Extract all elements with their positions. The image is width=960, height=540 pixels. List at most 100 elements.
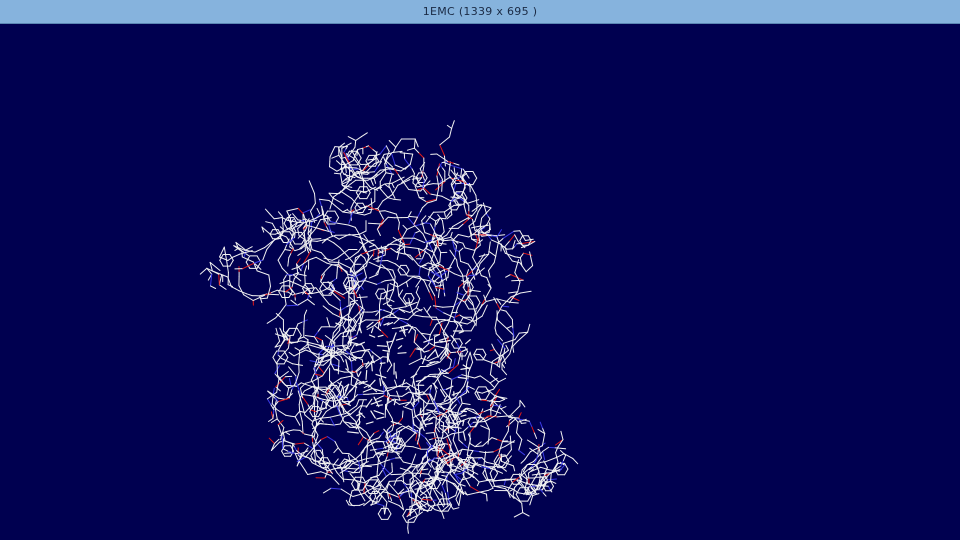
bond-segment <box>483 408 491 413</box>
bond-segment <box>210 285 217 289</box>
bond-segment <box>509 254 516 258</box>
bond-segment <box>354 140 357 148</box>
bond-segment <box>354 226 361 237</box>
bond-segment <box>524 451 531 461</box>
bond-segment <box>262 229 265 233</box>
bond-segment <box>339 310 341 316</box>
bond-segment <box>387 397 390 403</box>
bond-segment <box>234 288 240 292</box>
bond-segment <box>336 222 349 226</box>
bond-segment <box>403 242 406 254</box>
bond-segment <box>452 221 462 228</box>
bond-segment <box>294 442 305 445</box>
bond-segment <box>332 197 339 202</box>
bond-segment <box>420 418 423 426</box>
bond-segment <box>311 404 314 410</box>
bond-segment <box>428 438 434 441</box>
bond-segment <box>512 345 515 353</box>
bond-segment <box>387 513 392 520</box>
bond-segment <box>386 283 389 292</box>
bond-segment <box>333 172 341 175</box>
bond-segment <box>512 340 518 347</box>
bond-segment <box>397 222 400 231</box>
bond-segment <box>325 407 332 412</box>
bond-segment <box>540 466 551 471</box>
molecule-viewport[interactable] <box>0 24 960 540</box>
bond-segment <box>361 400 364 407</box>
bond-segment <box>360 254 366 259</box>
bond-segment <box>429 323 437 336</box>
bond-segment <box>468 282 471 291</box>
molecule-canvas[interactable] <box>0 24 960 540</box>
bond-segment <box>485 205 492 209</box>
bond-segment <box>387 507 392 515</box>
bond-segment <box>502 441 515 443</box>
window-titlebar[interactable]: 1EMC (1339 x 695 ) <box>0 0 960 24</box>
bond-segment <box>342 208 349 213</box>
bond-segment <box>412 307 417 311</box>
bond-segment <box>383 192 389 199</box>
bond-segment <box>350 179 357 184</box>
bond-segment <box>423 335 428 341</box>
bond-segment <box>495 333 500 338</box>
bond-segment <box>314 193 316 204</box>
bond-segment <box>471 474 480 483</box>
bond-segment <box>302 209 311 214</box>
bond-segment <box>356 296 368 299</box>
bond-segment <box>402 406 413 411</box>
bond-segment <box>405 269 410 276</box>
bond-segment <box>554 447 567 450</box>
bond-segment <box>284 431 290 436</box>
bond-segment <box>449 473 455 480</box>
bond-segment <box>329 146 336 158</box>
bond-segment <box>331 377 342 385</box>
bond-segment <box>342 353 348 358</box>
bond-segment <box>473 353 481 356</box>
bond-segment <box>364 212 372 216</box>
bond-segment <box>345 499 350 506</box>
bond-segment <box>340 190 353 199</box>
bond-segment <box>464 302 470 310</box>
bond-segment <box>277 424 283 437</box>
bond-segment <box>392 269 395 274</box>
bond-segment <box>528 420 533 427</box>
bond-segment <box>390 211 397 215</box>
bond-segment <box>529 461 534 464</box>
bond-segment <box>415 433 418 441</box>
bond-segment <box>501 485 509 488</box>
bond-segment <box>396 283 400 297</box>
bond-segment <box>375 288 379 295</box>
bond-segment <box>418 266 421 277</box>
bond-segment <box>357 147 364 150</box>
bond-segment <box>433 395 436 402</box>
bond-segment <box>423 280 430 293</box>
bond-segment <box>397 269 402 276</box>
bond-segment <box>297 219 303 221</box>
bond-segment <box>431 477 439 479</box>
bond-segment <box>379 298 381 306</box>
bond-segment <box>463 205 467 216</box>
bond-segment <box>520 422 527 424</box>
bond-segment <box>367 249 375 253</box>
bond-segment <box>385 172 395 175</box>
bond-segment <box>413 138 416 149</box>
bond-segment <box>345 405 357 414</box>
bond-segment <box>399 152 414 155</box>
bond-segment <box>394 184 399 191</box>
bond-segment <box>441 178 443 192</box>
bond-segment <box>467 444 470 451</box>
bond-segment <box>342 277 347 284</box>
bond-segment <box>316 442 323 450</box>
bond-segment <box>475 295 481 303</box>
bond-segment <box>428 291 434 301</box>
bond-segment <box>355 186 361 194</box>
bond-segment <box>378 454 382 459</box>
bond-segment <box>478 451 486 453</box>
bond-segment <box>465 339 471 345</box>
bond-segment <box>500 406 507 410</box>
bond-segment <box>508 314 513 320</box>
bond-segment <box>339 475 344 480</box>
bond-segment <box>350 314 358 322</box>
bond-segment <box>429 491 432 497</box>
bond-segment <box>376 282 382 285</box>
